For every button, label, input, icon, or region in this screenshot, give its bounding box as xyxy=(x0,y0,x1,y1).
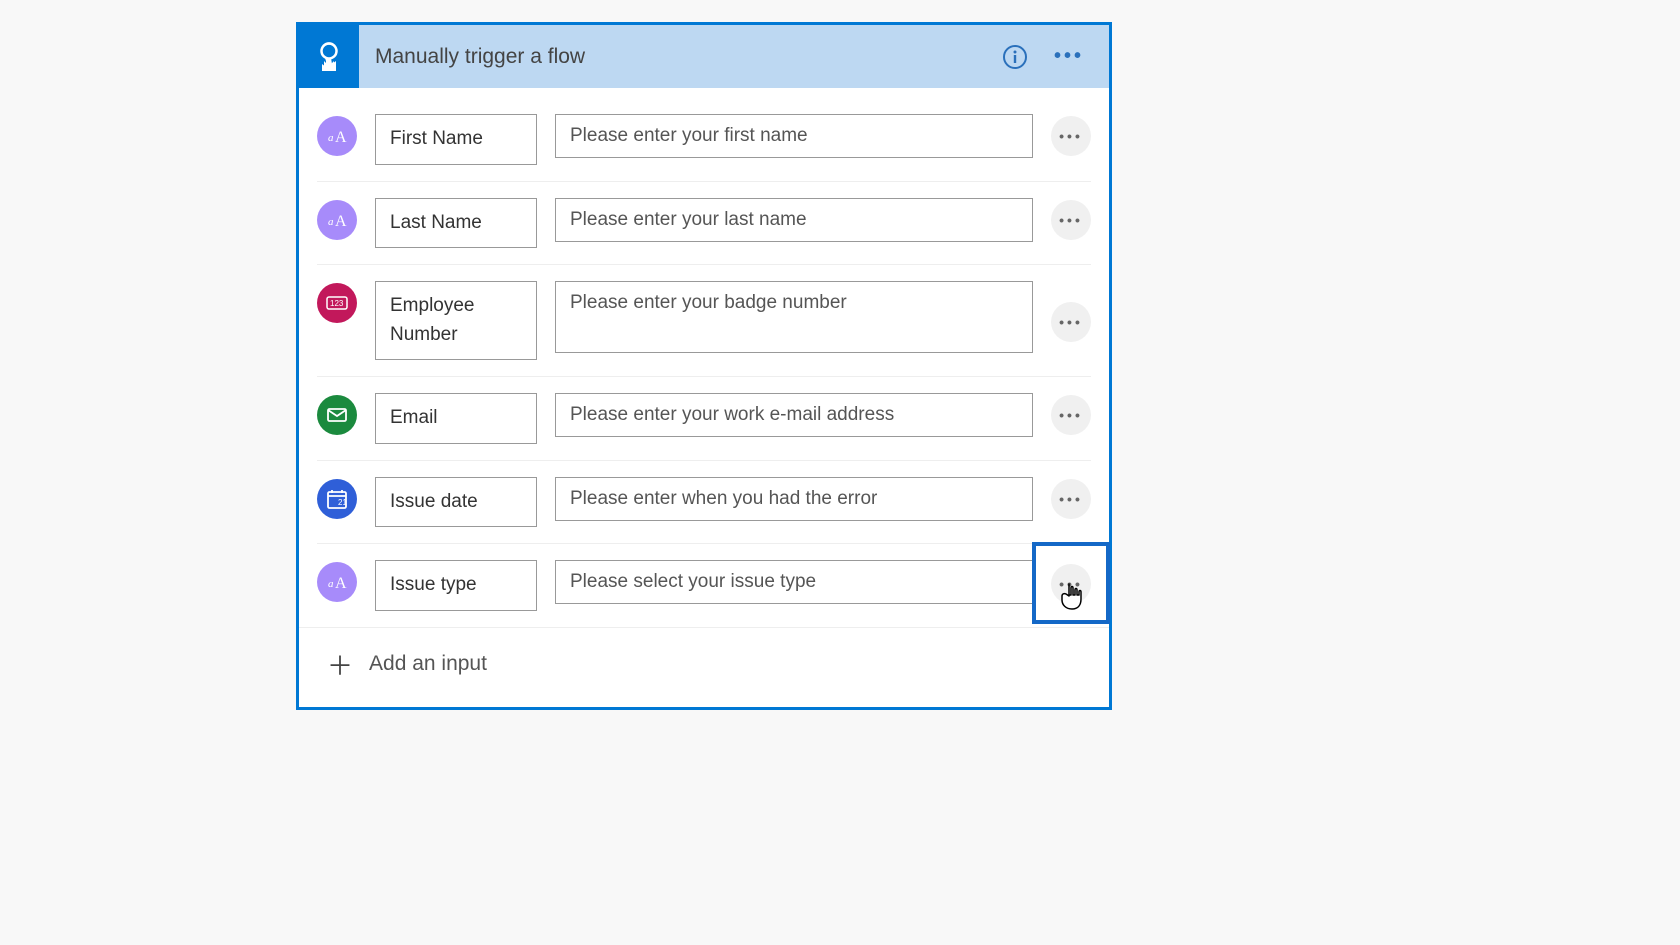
input-description-field[interactable]: Please enter your badge number xyxy=(555,281,1033,353)
header-actions: ••• xyxy=(997,39,1099,75)
email-type-icon xyxy=(317,395,357,435)
number-type-icon: 123 xyxy=(317,283,357,323)
add-input-label: Add an input xyxy=(369,652,487,676)
text-light-type-icon: aA xyxy=(317,116,357,156)
card-title: Manually trigger a flow xyxy=(359,45,997,69)
inputs-container: aAFirst NamePlease enter your first name… xyxy=(299,88,1109,627)
input-description-field[interactable]: Please select your issue type xyxy=(555,560,1033,604)
ellipsis-icon: ••• xyxy=(1059,314,1083,330)
row-more-button[interactable]: ••• xyxy=(1051,395,1091,435)
row-more-button[interactable]: ••• xyxy=(1051,200,1091,240)
plus-icon: ＋ xyxy=(327,646,353,683)
text-light-type-icon: aA xyxy=(317,562,357,602)
ellipsis-icon: ••• xyxy=(1059,407,1083,423)
input-label-field[interactable]: Email xyxy=(375,393,537,444)
svg-text:21: 21 xyxy=(338,498,347,507)
row-more-button[interactable]: ••• xyxy=(1051,479,1091,519)
input-row: Email Please enter your work e-mail addre… xyxy=(317,377,1091,461)
ellipsis-icon: ••• xyxy=(1059,491,1083,507)
input-row: 21 Issue date Please enter when you had th… xyxy=(317,461,1091,545)
input-row: 123 Employee NumberPlease enter your badg… xyxy=(317,265,1091,377)
svg-text:A: A xyxy=(335,575,347,592)
input-row: aA First Name Please enter your first name… xyxy=(317,98,1091,182)
svg-text:A: A xyxy=(335,129,347,146)
add-input-button[interactable]: ＋ Add an input xyxy=(299,627,1109,707)
ellipsis-icon: ••• xyxy=(1059,576,1083,592)
input-description-field[interactable]: Please enter your last name xyxy=(555,198,1033,242)
date-type-icon: 21 xyxy=(317,479,357,519)
ellipsis-icon: ••• xyxy=(1059,128,1083,144)
svg-text:A: A xyxy=(335,213,347,230)
input-label-field[interactable]: Last Name xyxy=(375,198,537,249)
input-row: aA Last Name Please enter your last name ••… xyxy=(317,182,1091,266)
input-label-field[interactable]: Issue type xyxy=(375,560,537,611)
row-more-button[interactable]: ••• xyxy=(1051,116,1091,156)
card-header[interactable]: Manually trigger a flow ••• xyxy=(299,25,1109,88)
row-more-button[interactable]: ••• xyxy=(1051,302,1091,342)
svg-text:123: 123 xyxy=(330,299,344,308)
card-more-button[interactable]: ••• xyxy=(1051,39,1087,75)
input-label-field[interactable]: Employee Number xyxy=(375,281,537,360)
row-more-button[interactable]: ••• xyxy=(1051,564,1091,604)
input-description-field[interactable]: Please enter your first name xyxy=(555,114,1033,158)
text-light-type-icon: aA xyxy=(317,200,357,240)
info-button[interactable] xyxy=(997,39,1033,75)
flow-trigger-card: Manually trigger a flow ••• aAFirst Name… xyxy=(296,22,1112,710)
input-label-field[interactable]: First Name xyxy=(375,114,537,165)
input-description-field[interactable]: Please enter your work e-mail address xyxy=(555,393,1033,437)
input-description-field[interactable]: Please enter when you had the error xyxy=(555,477,1033,521)
input-row: aA Issue type Please select your issue typ… xyxy=(317,544,1091,627)
svg-text:a: a xyxy=(328,216,334,228)
svg-text:a: a xyxy=(328,132,334,144)
ellipsis-icon: ••• xyxy=(1054,45,1084,68)
input-label-field[interactable]: Issue date xyxy=(375,477,537,528)
trigger-icon xyxy=(299,25,359,88)
ellipsis-icon: ••• xyxy=(1059,212,1083,228)
svg-text:a: a xyxy=(328,578,334,590)
